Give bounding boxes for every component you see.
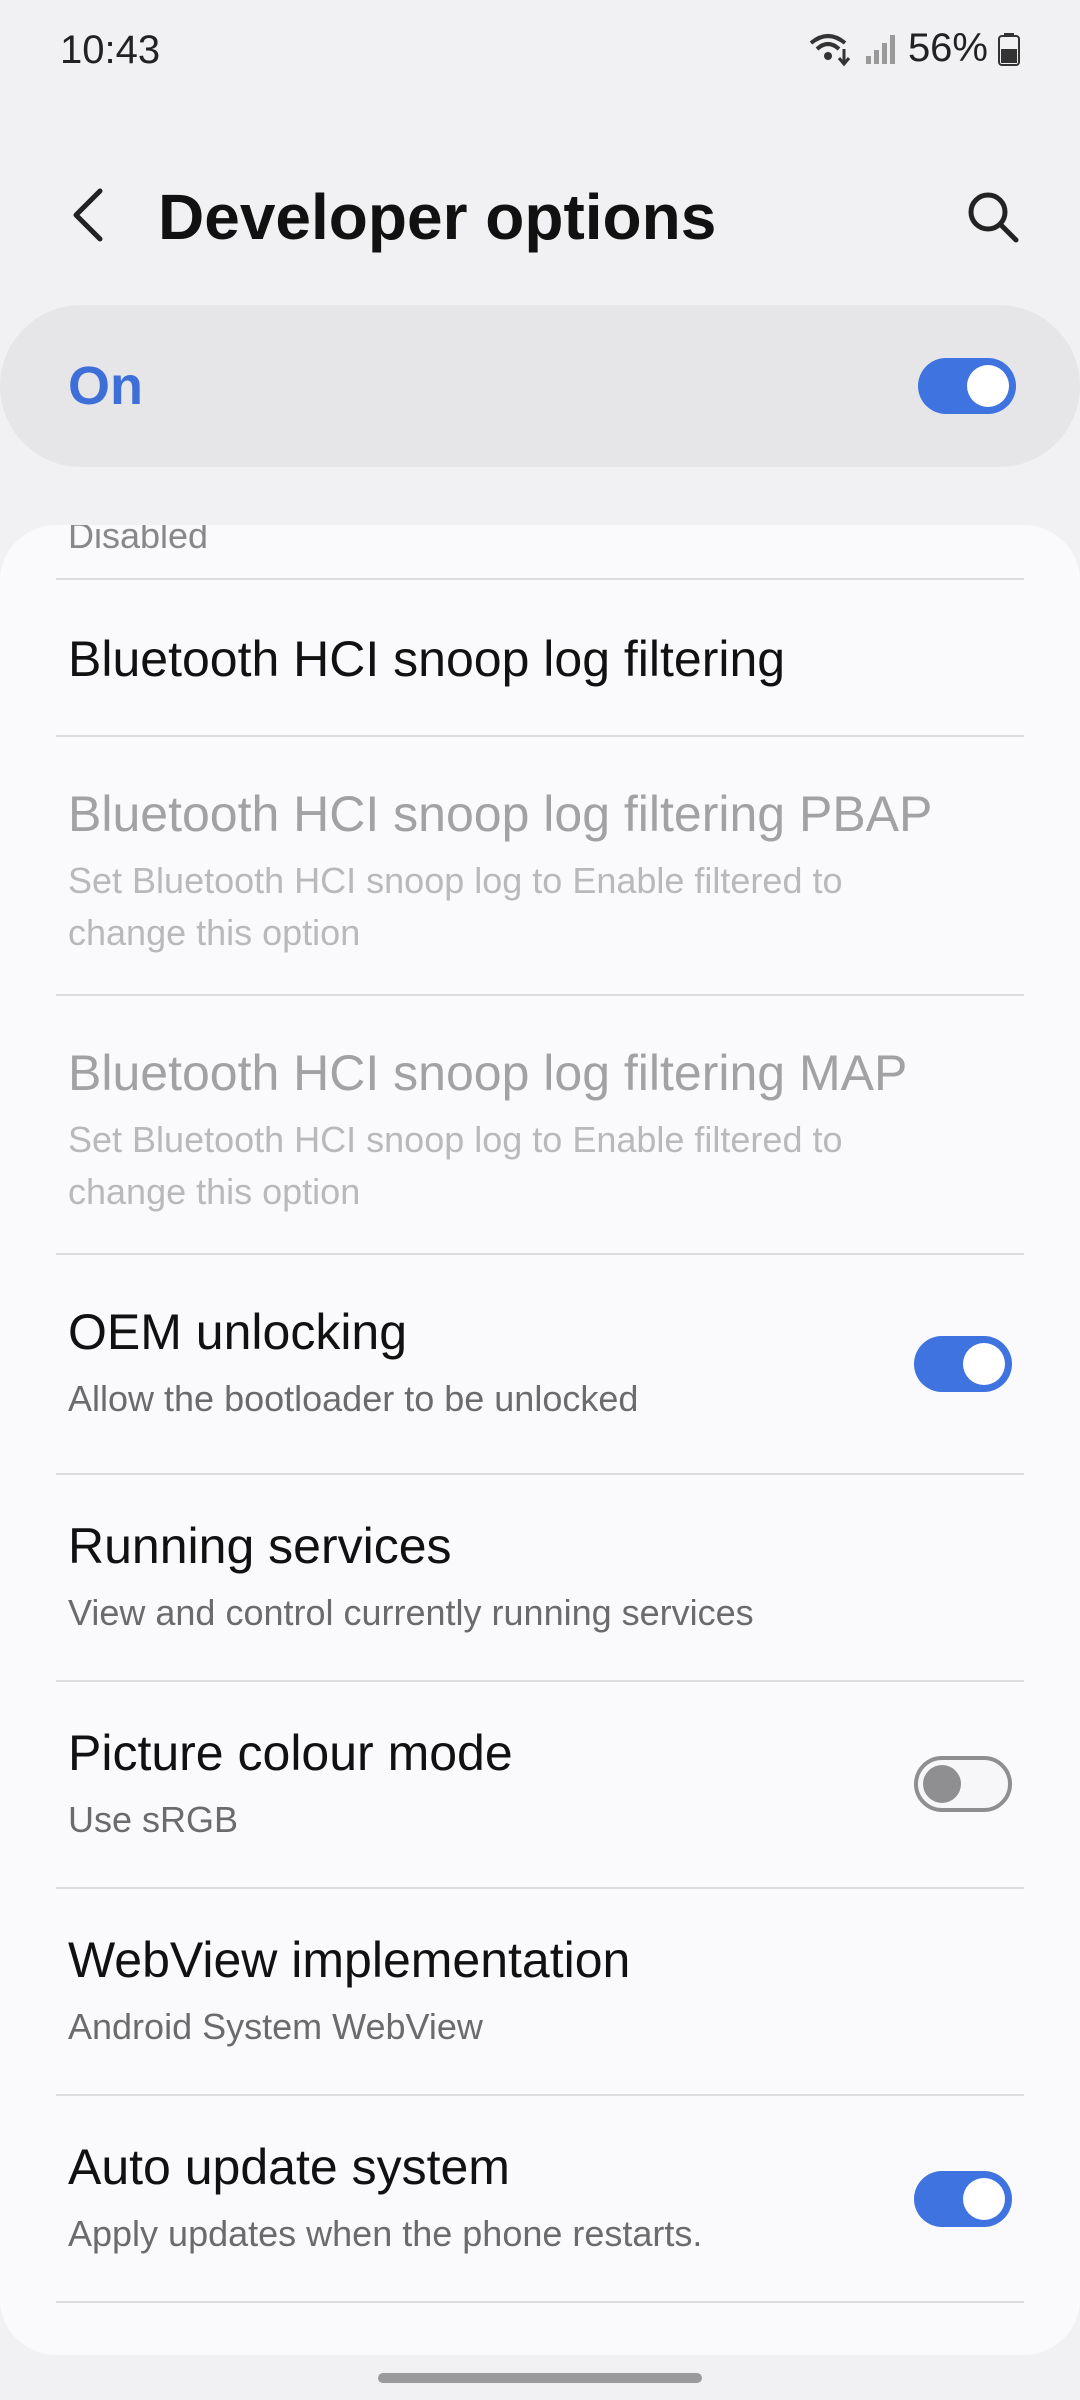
list-item-oem-unlocking[interactable]: OEM unlocking Allow the bootloader to be…: [0, 1255, 1080, 1473]
list-item-subtitle: View and control currently running servi…: [68, 1592, 754, 1633]
list-item-picture-colour-mode[interactable]: Picture colour mode Use sRGB: [0, 1682, 1080, 1887]
page-title: Developer options: [158, 181, 717, 253]
master-switch-label: On: [68, 356, 143, 416]
app-header: Developer options: [0, 160, 1080, 270]
toggle-knob: [963, 2178, 1005, 2220]
picture-colour-mode-toggle[interactable]: [914, 1756, 1012, 1812]
list-item-title: Bluetooth HCI snoop log filtering PBAP: [68, 786, 933, 842]
oem-unlocking-toggle[interactable]: [914, 1336, 1012, 1392]
list-item-bt-snoop-pbap: Bluetooth HCI snoop log filtering PBAP S…: [0, 737, 1080, 994]
wifi-call-icon: [808, 31, 854, 67]
master-toggle[interactable]: [918, 358, 1016, 414]
list-item-title: Auto update system: [68, 2139, 510, 2195]
gesture-nav-handle[interactable]: [378, 2373, 702, 2383]
list-item-bt-snoop-map: Bluetooth HCI snoop log filtering MAP Se…: [0, 996, 1080, 1253]
list-item-running-services[interactable]: Running services View and control curren…: [0, 1475, 1080, 1680]
list-item-auto-update-system[interactable]: Auto update system Apply updates when th…: [0, 2096, 1080, 2301]
status-bar: 10:43 56%: [0, 0, 1080, 100]
status-time: 10:43: [60, 28, 161, 72]
signal-icon: [864, 32, 898, 66]
toggle-knob: [923, 1765, 961, 1803]
list-item-title: Bluetooth HCI snoop log filtering MAP: [68, 1045, 908, 1101]
list-item-subtitle: Allow the bootloader to be unlocked: [68, 1378, 639, 1419]
list-item-subtitle: Android System WebView: [68, 2006, 483, 2047]
list-item-title: Bluetooth HCI snoop log filtering: [68, 631, 786, 687]
list-item-subtitle: Use sRGB: [68, 1799, 239, 1840]
battery-percent: 56%: [907, 26, 988, 70]
auto-update-system-toggle[interactable]: [914, 2171, 1012, 2227]
list-item-webview-implementation[interactable]: WebView implementation Android System We…: [0, 1889, 1080, 2094]
status-icons: 56%: [808, 26, 1020, 71]
list-item-title: Picture colour mode: [68, 1725, 513, 1781]
divider: [56, 2301, 1024, 2303]
list-item-subtitle: Set Bluetooth HCI snoop log to Enable fi…: [68, 860, 843, 953]
toggle-knob: [967, 365, 1009, 407]
list-item-title: Running services: [68, 1518, 452, 1574]
list-item-subtitle: Set Bluetooth HCI snoop log to Enable fi…: [68, 1119, 843, 1212]
list-item-bt-snoop-filtering[interactable]: Bluetooth HCI snoop log filtering: [0, 580, 1080, 735]
clipped-item-text: Disabled: [68, 525, 209, 556]
master-switch-bar[interactable]: On: [0, 305, 1080, 467]
list-item-title: WebView implementation: [68, 1932, 631, 1988]
toggle-knob: [963, 1343, 1005, 1385]
battery-icon: [998, 32, 1020, 66]
settings-list-card: Disabled Bluetooth HCI snoop log filteri…: [0, 525, 1080, 2355]
search-button[interactable]: [960, 184, 1026, 250]
list-item-subtitle: Apply updates when the phone restarts.: [68, 2213, 703, 2254]
back-arrow-icon: [73, 188, 103, 242]
list-item-title: OEM unlocking: [68, 1304, 408, 1360]
search-icon: [968, 192, 1019, 243]
back-button[interactable]: [58, 182, 118, 248]
